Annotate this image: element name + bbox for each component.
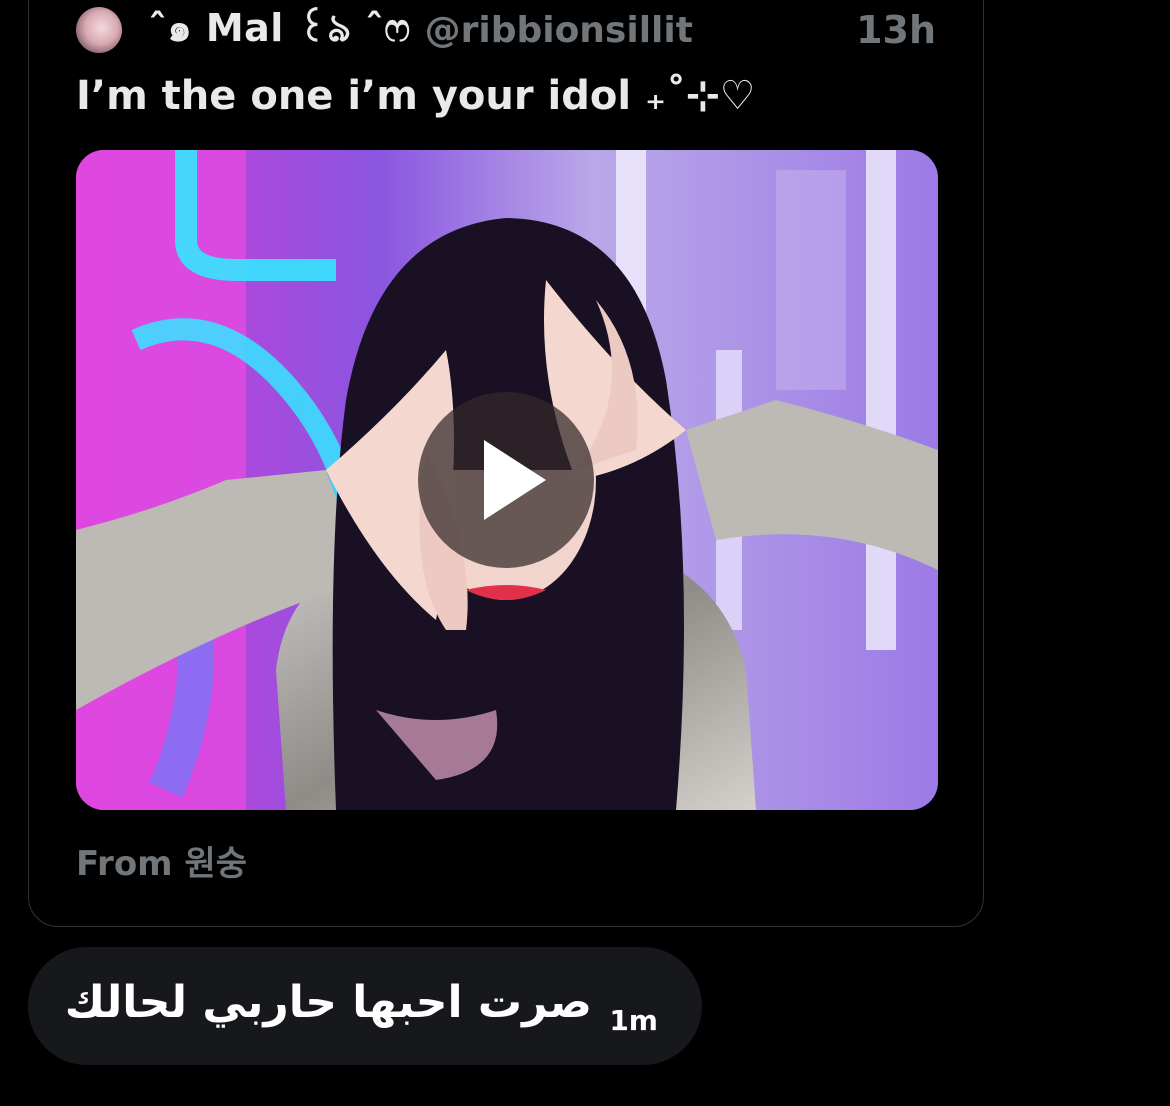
author-avatar[interactable] bbox=[76, 7, 122, 53]
play-button[interactable] bbox=[418, 392, 594, 568]
video-attribution[interactable]: From 원숭 bbox=[76, 836, 247, 885]
reply-timestamp: 1m bbox=[609, 1004, 658, 1037]
video-thumbnail[interactable] bbox=[76, 150, 938, 810]
tweet-text: I’m the one i’m your idol ₊˚⊹♡ bbox=[76, 73, 756, 119]
author-display-name[interactable]: ˆ๑ Mal ꒰ঌ ˆෆ bbox=[148, 0, 411, 63]
play-icon bbox=[484, 440, 546, 520]
tweet-timestamp[interactable]: 13h bbox=[856, 8, 936, 52]
author-handle[interactable]: @ribbionsillit bbox=[425, 10, 693, 51]
reply-message-text: صرت احبها حاربي لحالك bbox=[64, 977, 592, 1028]
reply-message-bubble[interactable]: صرت احبها حاربي لحالك 1m bbox=[28, 947, 702, 1065]
quoted-tweet-header: ˆ๑ Mal ꒰ঌ ˆෆ @ribbionsillit 13h bbox=[76, 6, 936, 54]
